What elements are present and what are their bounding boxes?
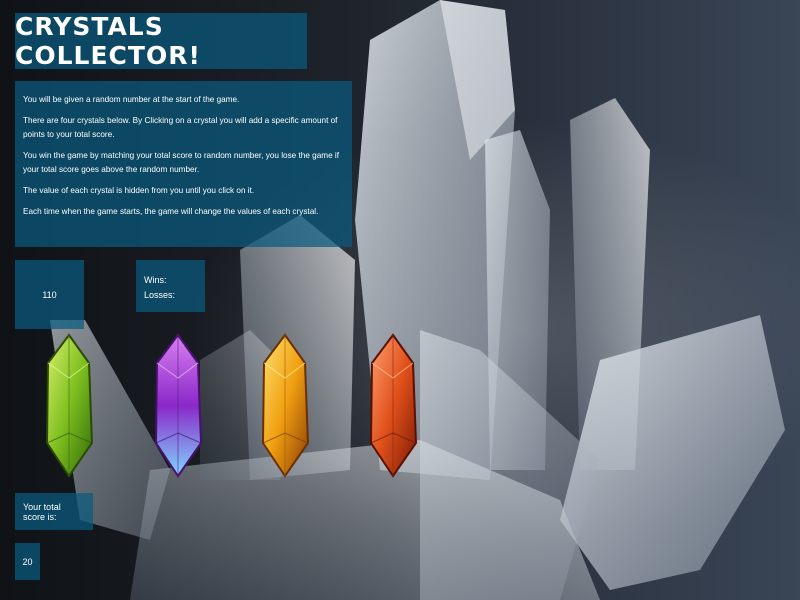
- instruction-line: You will be given a random number at the…: [23, 95, 240, 104]
- instruction-line: Each time when the game starts, the game…: [23, 207, 319, 216]
- random-number-box: 110: [15, 260, 84, 329]
- yellow-crystal-icon: [261, 333, 310, 478]
- losses-label: Losses:: [144, 290, 176, 300]
- random-number-value: 110: [42, 289, 57, 300]
- total-score-box: 20: [15, 543, 40, 580]
- title-panel: CRYSTALS COLLECTOR!: [15, 12, 307, 70]
- instruction-line: There are four crystals below. By Clicki…: [23, 116, 338, 139]
- red-crystal-icon: [369, 333, 418, 478]
- purple-crystal-button[interactable]: [153, 333, 203, 478]
- game-title: CRYSTALS COLLECTOR!: [15, 12, 201, 70]
- wins-label: Wins:: [144, 275, 167, 285]
- red-crystal-button[interactable]: [368, 333, 418, 478]
- green-crystal-icon: [45, 333, 94, 478]
- instruction-line: The value of each crystal is hidden from…: [23, 186, 255, 195]
- yellow-crystal-button[interactable]: [260, 333, 310, 478]
- total-score-label-box: Your total score is:: [15, 493, 93, 530]
- green-crystal-button[interactable]: [44, 333, 94, 478]
- total-score-value: 20: [22, 556, 33, 567]
- wins-losses-box: Wins: Losses:: [136, 260, 205, 312]
- total-score-label: Your total score is:: [23, 501, 61, 522]
- instructions-panel: You will be given a random number at the…: [15, 81, 352, 247]
- instruction-line: You win the game by matching your total …: [23, 151, 340, 174]
- purple-crystal-icon: [154, 333, 203, 478]
